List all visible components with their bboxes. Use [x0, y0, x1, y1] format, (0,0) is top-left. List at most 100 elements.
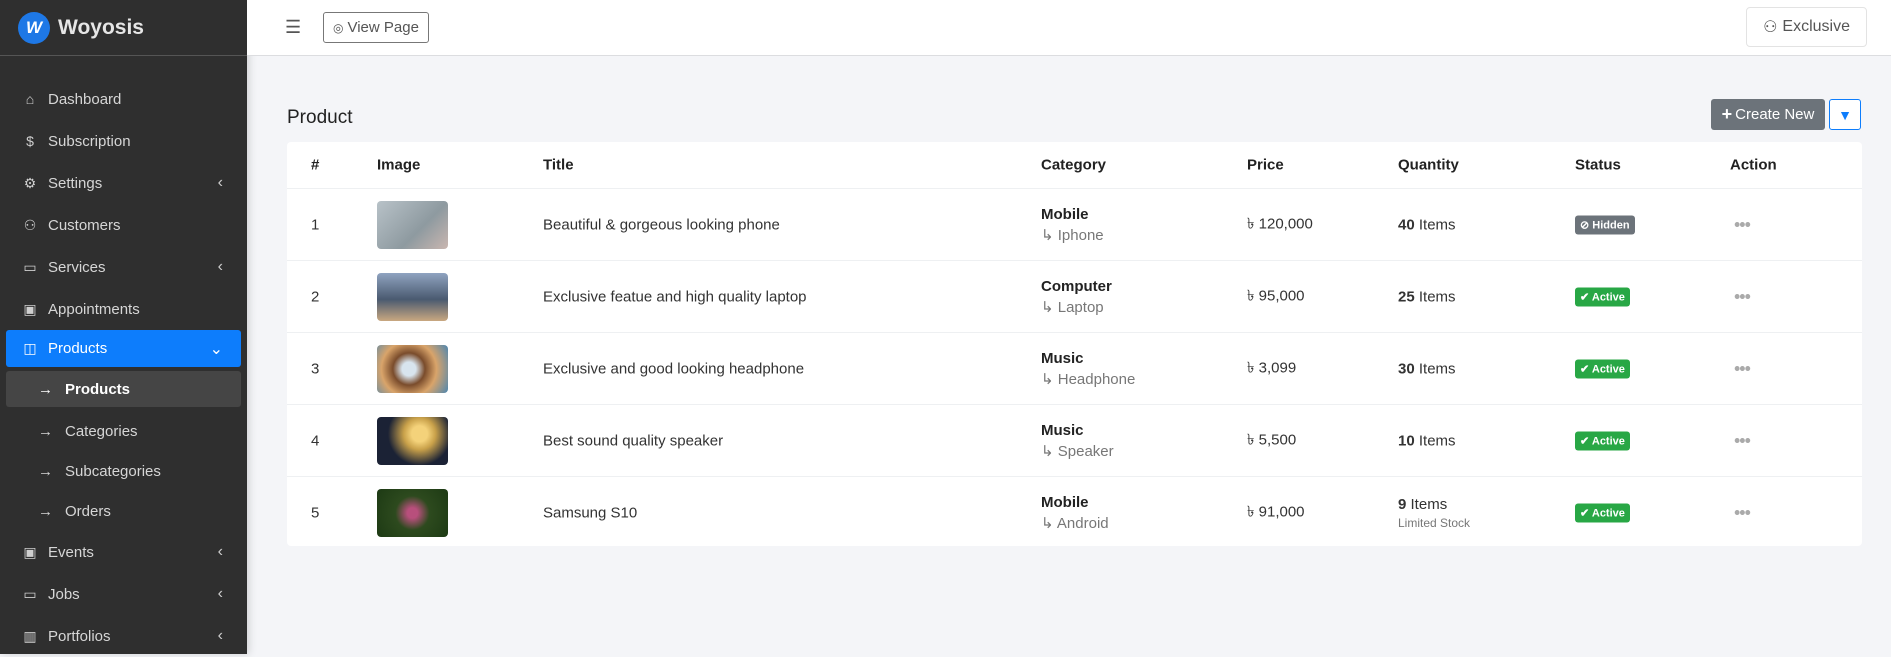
column-header: Price	[1247, 156, 1284, 174]
sidebar-item-events[interactable]: ▣ Events ‹	[0, 531, 247, 573]
sidebar-item-customers[interactable]: ⚇ Customers	[0, 204, 247, 246]
row-number: 3	[311, 360, 320, 377]
product-price: ৳ 3,099	[1247, 359, 1297, 376]
chevron-left-icon: ‹	[217, 585, 223, 602]
row-number: 5	[311, 504, 320, 522]
quantity-value: 25	[1398, 288, 1415, 305]
arrow-right-icon: →	[38, 462, 53, 480]
table-row: 5 Samsung S10 Mobile ↳ Android ৳ 91,000 9…	[287, 477, 1862, 549]
chevron-left-icon: ‹	[217, 258, 223, 275]
product-price: ৳ 120,000	[1247, 215, 1313, 232]
category-name: Computer	[1041, 277, 1112, 295]
row-number: 1	[311, 216, 320, 233]
sidebar-item-services[interactable]: ▭ Services ‹	[0, 246, 247, 288]
sidebar-item-label: Subscription	[48, 132, 131, 150]
create-new-button[interactable]: + Create New	[1711, 99, 1825, 130]
product-category: Mobile ↳ Android	[1041, 494, 1109, 532]
eye-icon: ◎	[333, 20, 344, 35]
view-page-button[interactable]: ◎ View Page	[323, 12, 429, 43]
portfolio-icon: ▥	[23, 627, 37, 644]
subdirectory-arrow-icon: ↳	[1041, 442, 1058, 460]
product-price: ৳ 95,000	[1247, 287, 1305, 304]
more-actions-icon[interactable]: •••	[1734, 358, 1751, 379]
quantity-value: 10	[1398, 432, 1415, 449]
sidebar-item-label: Settings	[48, 174, 103, 192]
category-name: Music	[1041, 349, 1084, 367]
subcategory-name: Headphone	[1057, 370, 1136, 388]
topbar: ☰ ◎ View Page ⚇ Exclusive	[247, 0, 1891, 56]
sidebar-item-portfolios[interactable]: ▥ Portfolios ‹	[0, 615, 247, 657]
more-actions-icon[interactable]: •••	[1734, 214, 1751, 235]
user-menu-button[interactable]: ⚇ Exclusive	[1746, 7, 1867, 47]
product-image	[377, 344, 448, 393]
sidebar-item-label: Dashboard	[48, 90, 122, 108]
product-title: Best sound quality speaker	[543, 432, 724, 449]
sidebar-item-products[interactable]: ◫ Products ⌄	[6, 330, 241, 367]
status-badge: ✔ Active	[1575, 431, 1630, 450]
sidebar-item-label: Jobs	[48, 585, 80, 603]
quantity-unit: Items	[1418, 288, 1456, 305]
product-quantity: 30 Items	[1398, 360, 1456, 377]
category-name: Music	[1041, 421, 1084, 439]
column-header: Action	[1730, 156, 1777, 174]
quantity-unit: Items	[1418, 360, 1456, 377]
menu-toggle-icon[interactable]: ☰	[285, 17, 301, 38]
row-number: 4	[311, 432, 320, 449]
status-badge: ⊘ Hidden	[1575, 215, 1635, 234]
quantity-value: 30	[1398, 360, 1415, 377]
sidebar-item-jobs[interactable]: ▭ Jobs ‹	[0, 573, 247, 615]
page-title: Product	[287, 107, 353, 128]
product-price: ৳ 5,500	[1247, 431, 1297, 448]
sidebar-item-settings[interactable]: ⚙ Settings ‹	[0, 162, 247, 204]
subcategory-name: Laptop	[1057, 298, 1104, 316]
eye-slash-icon: ⊘	[1580, 219, 1590, 231]
sidebar-subitem-label: Products	[65, 380, 131, 398]
briefcase-icon: ▭	[23, 258, 37, 275]
sidebar-subitem-subcategories[interactable]: → Subcategories	[0, 451, 247, 491]
chevron-left-icon: ‹	[217, 543, 223, 560]
product-title: Exclusive and good looking headphone	[543, 360, 805, 377]
brand[interactable]: W Woyosis	[0, 0, 247, 56]
table-row: 3 Exclusive and good looking headphone M…	[287, 333, 1862, 405]
sidebar-item-subscription[interactable]: $ Subscription	[0, 120, 247, 162]
subcategory-name: Android	[1056, 515, 1109, 532]
column-header: Status	[1575, 156, 1621, 174]
sidebar-subitem-categories[interactable]: → Categories	[0, 411, 247, 451]
sidebar-subitem-label: Subcategories	[65, 462, 161, 480]
calendar-icon: ▣	[23, 300, 37, 317]
chevron-left-icon: ‹	[217, 627, 223, 644]
sidebar-subitem-orders[interactable]: → Orders	[0, 491, 247, 531]
product-category: Music ↳ Speaker	[1041, 422, 1114, 460]
chevron-down-icon: ⌄	[209, 340, 223, 358]
plus-icon: +	[1721, 104, 1733, 124]
filter-icon: ▼	[1838, 106, 1852, 123]
more-actions-icon[interactable]: •••	[1734, 503, 1751, 524]
filter-button[interactable]: ▼	[1829, 99, 1861, 130]
more-actions-icon[interactable]: •••	[1734, 286, 1751, 307]
category-name: Mobile	[1041, 205, 1089, 223]
status-badge: ✔ Active	[1575, 287, 1630, 306]
subcategory: ↳ Laptop	[1041, 298, 1112, 316]
products-table: # Image Title Category Price Quantity Status Ac…	[287, 142, 1862, 546]
quantity-unit: Items	[1410, 496, 1448, 513]
sidebar-subitem-products[interactable]: → Products	[6, 371, 241, 407]
product-quantity: 9 Items Limited Stock	[1398, 496, 1470, 530]
subcategory: ↳ Speaker	[1041, 442, 1114, 460]
sidebar-item-dashboard[interactable]: ⌂ Dashboard	[0, 78, 247, 120]
table-row: 4 Best sound quality speaker Music ↳ Spea…	[287, 405, 1862, 477]
status-badge: ✔ Active	[1575, 503, 1630, 523]
sidebar-item-label: Products	[48, 340, 108, 357]
product-title: Exclusive featue and high quality laptop	[543, 288, 807, 305]
product-image	[377, 272, 448, 321]
more-actions-icon[interactable]: •••	[1734, 430, 1751, 451]
product-price: ৳ 91,000	[1247, 503, 1305, 521]
briefcase-icon: ▭	[23, 585, 37, 602]
row-number: 2	[311, 288, 320, 305]
product-quantity: 25 Items	[1398, 288, 1456, 305]
sidebar-item-label: Events	[48, 543, 94, 561]
sidebar-item-appointments[interactable]: ▣ Appointments	[0, 288, 247, 330]
product-image	[377, 416, 448, 465]
sidebar-subitem-label: Categories	[65, 422, 138, 440]
column-header: #	[311, 156, 320, 174]
product-category: Music ↳ Headphone	[1041, 350, 1135, 388]
